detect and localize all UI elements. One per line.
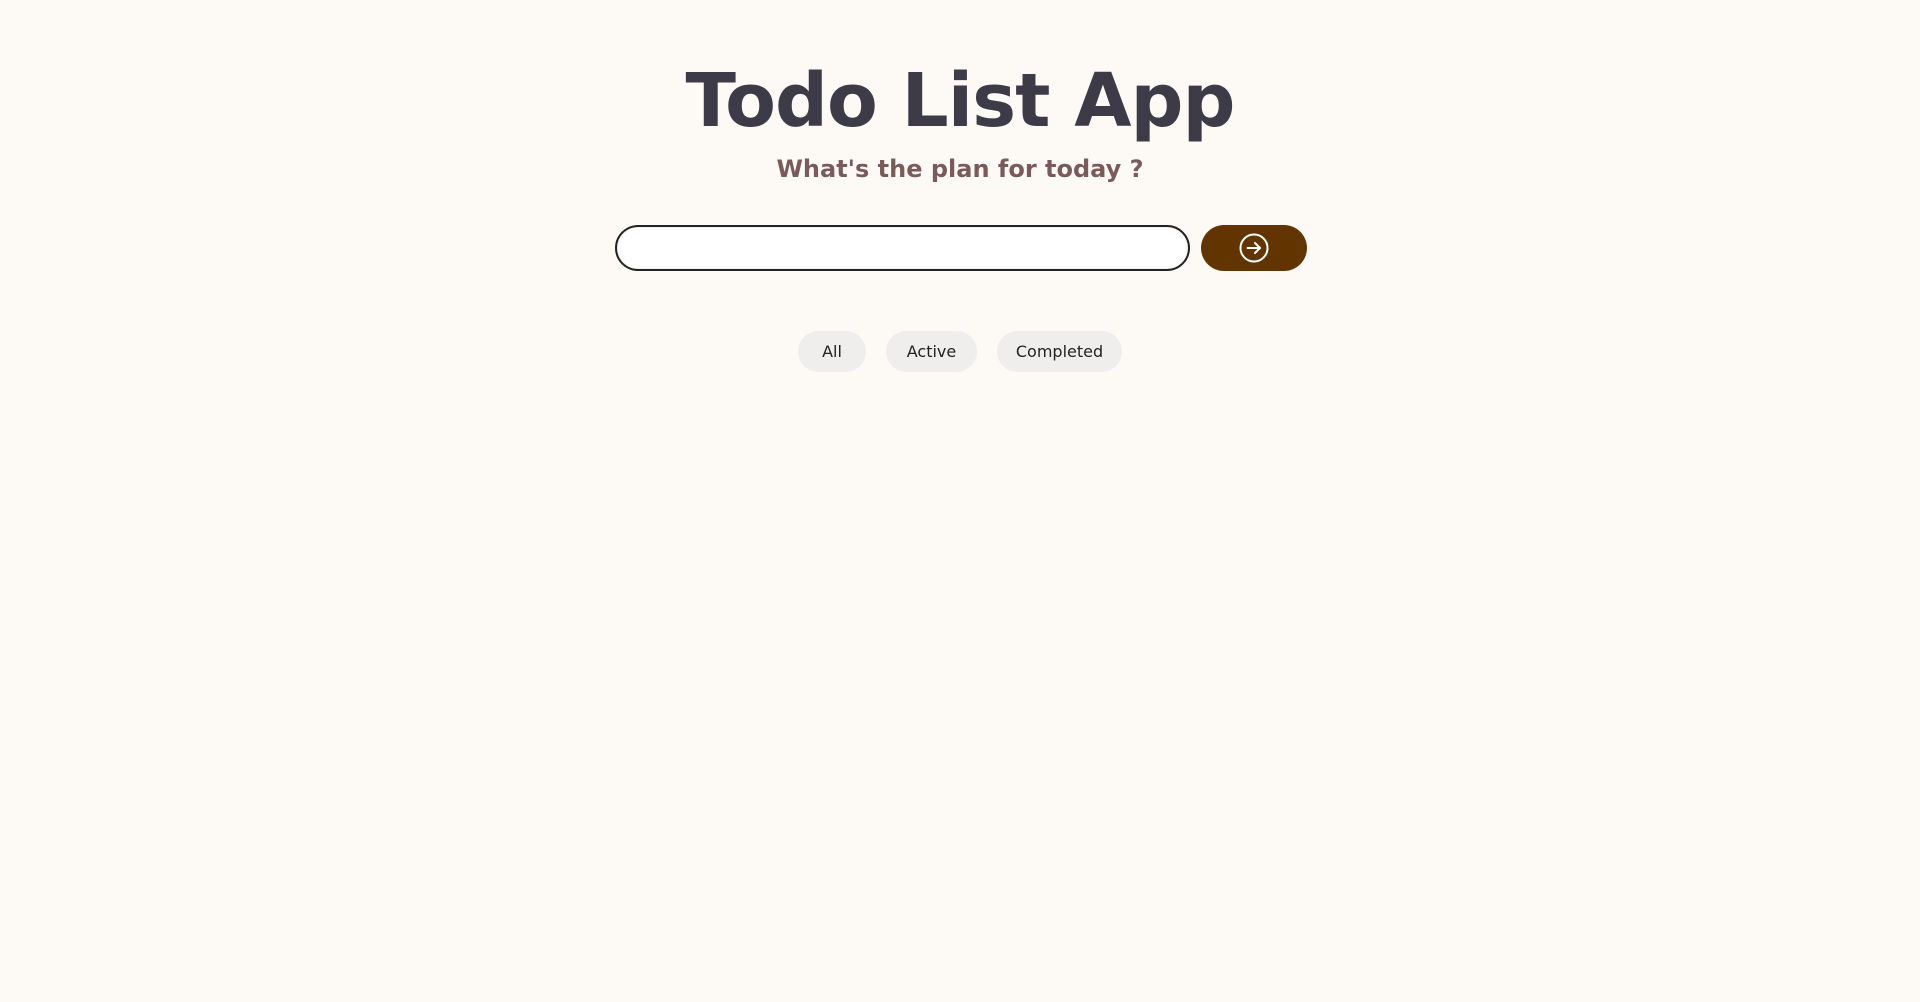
todo-app: Todo List App What's the plan for today … [0, 0, 1920, 1002]
todo-input[interactable] [615, 225, 1190, 271]
arrow-right-circle-icon [1238, 232, 1270, 264]
page-title: Todo List App [685, 58, 1236, 144]
filter-all-button[interactable]: All [798, 331, 866, 372]
filter-bar: All Active Completed [0, 331, 1920, 372]
add-todo-form [615, 225, 1307, 271]
filter-completed-button[interactable]: Completed [997, 331, 1122, 372]
page-subtitle: What's the plan for today ? [776, 155, 1144, 183]
filter-active-button[interactable]: Active [886, 331, 977, 372]
add-todo-button[interactable] [1201, 225, 1307, 271]
